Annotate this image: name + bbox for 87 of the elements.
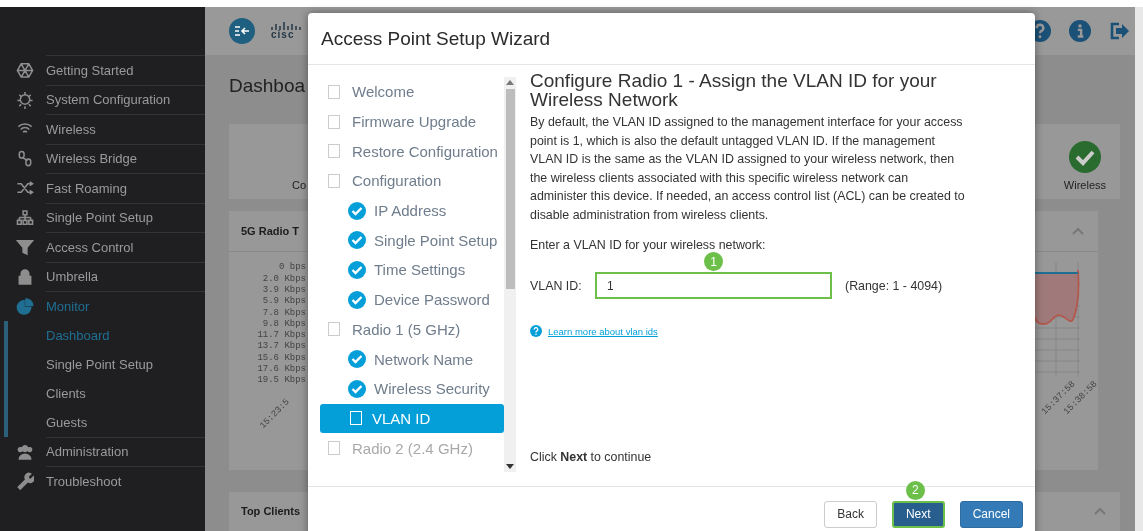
scroll-down-icon[interactable] bbox=[506, 464, 514, 469]
step-callout: 1 bbox=[704, 252, 723, 271]
wizard-step[interactable]: Network Name bbox=[320, 344, 504, 374]
check-circle-icon bbox=[348, 260, 366, 279]
collapse-chevron-icon[interactable] bbox=[1094, 507, 1106, 516]
wizard-step[interactable]: Configuration bbox=[320, 166, 504, 196]
checkbox-icon bbox=[328, 114, 340, 129]
axis-label: 9.8 Kbps bbox=[262, 318, 306, 330]
sidebar-item[interactable]: Troubleshoot bbox=[46, 466, 205, 496]
sidebar-subitem[interactable]: Single Point Setup bbox=[8, 349, 205, 379]
link-icon bbox=[16, 149, 34, 168]
axis-label: 0 bps bbox=[279, 262, 306, 274]
wizard-step[interactable]: Welcome bbox=[320, 77, 504, 107]
pie-icon bbox=[16, 297, 34, 316]
axis-label: 5.9 Kbps bbox=[262, 296, 306, 308]
sidebar-item[interactable]: Umbrella bbox=[46, 261, 205, 291]
sidebar-item[interactable]: Getting Started bbox=[46, 55, 205, 85]
axis-label: 17.6 Kbps bbox=[257, 364, 306, 375]
status-label: Wireless bbox=[1063, 179, 1106, 192]
sidebar-item[interactable]: Administration bbox=[46, 436, 205, 466]
sidebar-item[interactable]: Single Point Setup bbox=[46, 202, 205, 232]
wizard-step[interactable]: Restore Configuration bbox=[320, 136, 504, 167]
wrench-icon bbox=[16, 472, 34, 491]
help-icon bbox=[530, 325, 542, 337]
wizard-step[interactable]: Firmware Upgrade bbox=[320, 106, 504, 137]
axis-label: 2.0 Kbps bbox=[262, 273, 306, 285]
panel-title: 5G Radio T bbox=[241, 225, 300, 238]
collapse-menu-button[interactable] bbox=[229, 18, 255, 44]
wizard-step[interactable]: Wireless Security bbox=[320, 373, 504, 404]
wizard-step[interactable]: VLAN ID bbox=[320, 403, 504, 434]
sitemap-icon bbox=[16, 208, 34, 227]
collapse-icon bbox=[234, 23, 250, 39]
checkbox-icon bbox=[328, 322, 340, 337]
axis-label: 15.6 Kbps bbox=[257, 352, 306, 364]
users-icon bbox=[16, 442, 34, 461]
vlan-id-field[interactable]: 1 bbox=[595, 272, 832, 299]
checkbox-icon bbox=[350, 411, 362, 426]
dialog-button[interactable]: Cancel bbox=[959, 500, 1023, 528]
collapse-chevron-icon[interactable] bbox=[1072, 227, 1084, 236]
axis-label: 3.9 Kbps bbox=[262, 284, 306, 296]
scrollbar-thumb[interactable] bbox=[505, 89, 515, 289]
wizard-step[interactable]: Time Settings bbox=[320, 255, 504, 285]
continue-hint: Click Next to continue bbox=[530, 450, 653, 464]
scroll-up-icon[interactable] bbox=[506, 80, 514, 85]
status-label: Co bbox=[292, 179, 307, 192]
field-prompt: Enter a VLAN ID for your wireless network: bbox=[530, 238, 767, 252]
check-circle-icon bbox=[348, 290, 366, 309]
check-circle-icon bbox=[348, 201, 366, 220]
step-callout: 2 bbox=[905, 480, 925, 500]
page-scrollbar[interactable] bbox=[1135, 7, 1143, 531]
axis-label: 13.7 Kbps bbox=[257, 341, 306, 353]
sidebar-subitem[interactable]: Guests bbox=[8, 407, 205, 437]
sidebar-subitem[interactable]: Dashboard bbox=[8, 320, 205, 350]
page-title: Dashboa bbox=[229, 75, 306, 98]
wizard-step[interactable]: IP Address bbox=[320, 195, 504, 226]
wizard-step[interactable]: Device Password bbox=[320, 284, 504, 315]
sidebar-item[interactable]: Monitor bbox=[46, 291, 205, 321]
dialog-title: Access Point Setup Wizard bbox=[321, 27, 551, 50]
check-circle-icon bbox=[348, 379, 366, 398]
wizard-step[interactable]: Single Point Setup bbox=[320, 225, 504, 256]
axis-label: 7.8 Kbps bbox=[262, 307, 306, 319]
help-link[interactable]: Learn more about vlan ids bbox=[548, 325, 658, 337]
dialog-button[interactable]: Back bbox=[824, 500, 877, 528]
panel-title: Top Clients bbox=[241, 505, 301, 518]
checkbox-icon bbox=[328, 84, 340, 99]
logo: cisc bbox=[271, 22, 301, 40]
step-heading: Configure Radio 1 - Assign the VLAN ID for your Wireless Network bbox=[530, 71, 938, 109]
checkbox-icon bbox=[328, 144, 340, 159]
filter-icon bbox=[16, 238, 34, 257]
check-circle-icon bbox=[1068, 141, 1101, 174]
field-label: VLAN ID: bbox=[530, 278, 583, 293]
sidebar-subitem[interactable]: Clients bbox=[8, 378, 205, 408]
checkbox-icon bbox=[328, 173, 340, 188]
list-scrollbar[interactable] bbox=[504, 77, 516, 472]
check-circle-icon bbox=[348, 350, 366, 369]
sidebar-item[interactable]: Access Control bbox=[46, 232, 205, 262]
axis-label: 11.7 Kbps bbox=[257, 330, 306, 341]
axis-label: 19.5 Kbps bbox=[257, 375, 306, 387]
step-description: By default, the VLAN ID assigned to the management interface for your access point is 1, which is also the default untagged VLAN ID. If the management VLAN ID is the same as the VLAN ID assigned to your wireless network, then the wireless clients associated with this specific wireless network can administer this device. If needed, an access control list (ACL) can be created to disable administration from wireless clients. bbox=[530, 114, 965, 224]
info-icon[interactable] bbox=[1069, 20, 1091, 42]
checkbox-icon bbox=[328, 441, 340, 456]
wizard-step[interactable]: Radio 1 (5 GHz) bbox=[320, 314, 504, 345]
range-hint: (Range: 1 - 4094) bbox=[845, 278, 943, 293]
shuffle-icon bbox=[16, 179, 34, 198]
logout-icon[interactable] bbox=[1109, 21, 1129, 41]
dialog-button[interactable]: Next bbox=[891, 500, 945, 528]
check-circle-icon bbox=[348, 231, 366, 250]
